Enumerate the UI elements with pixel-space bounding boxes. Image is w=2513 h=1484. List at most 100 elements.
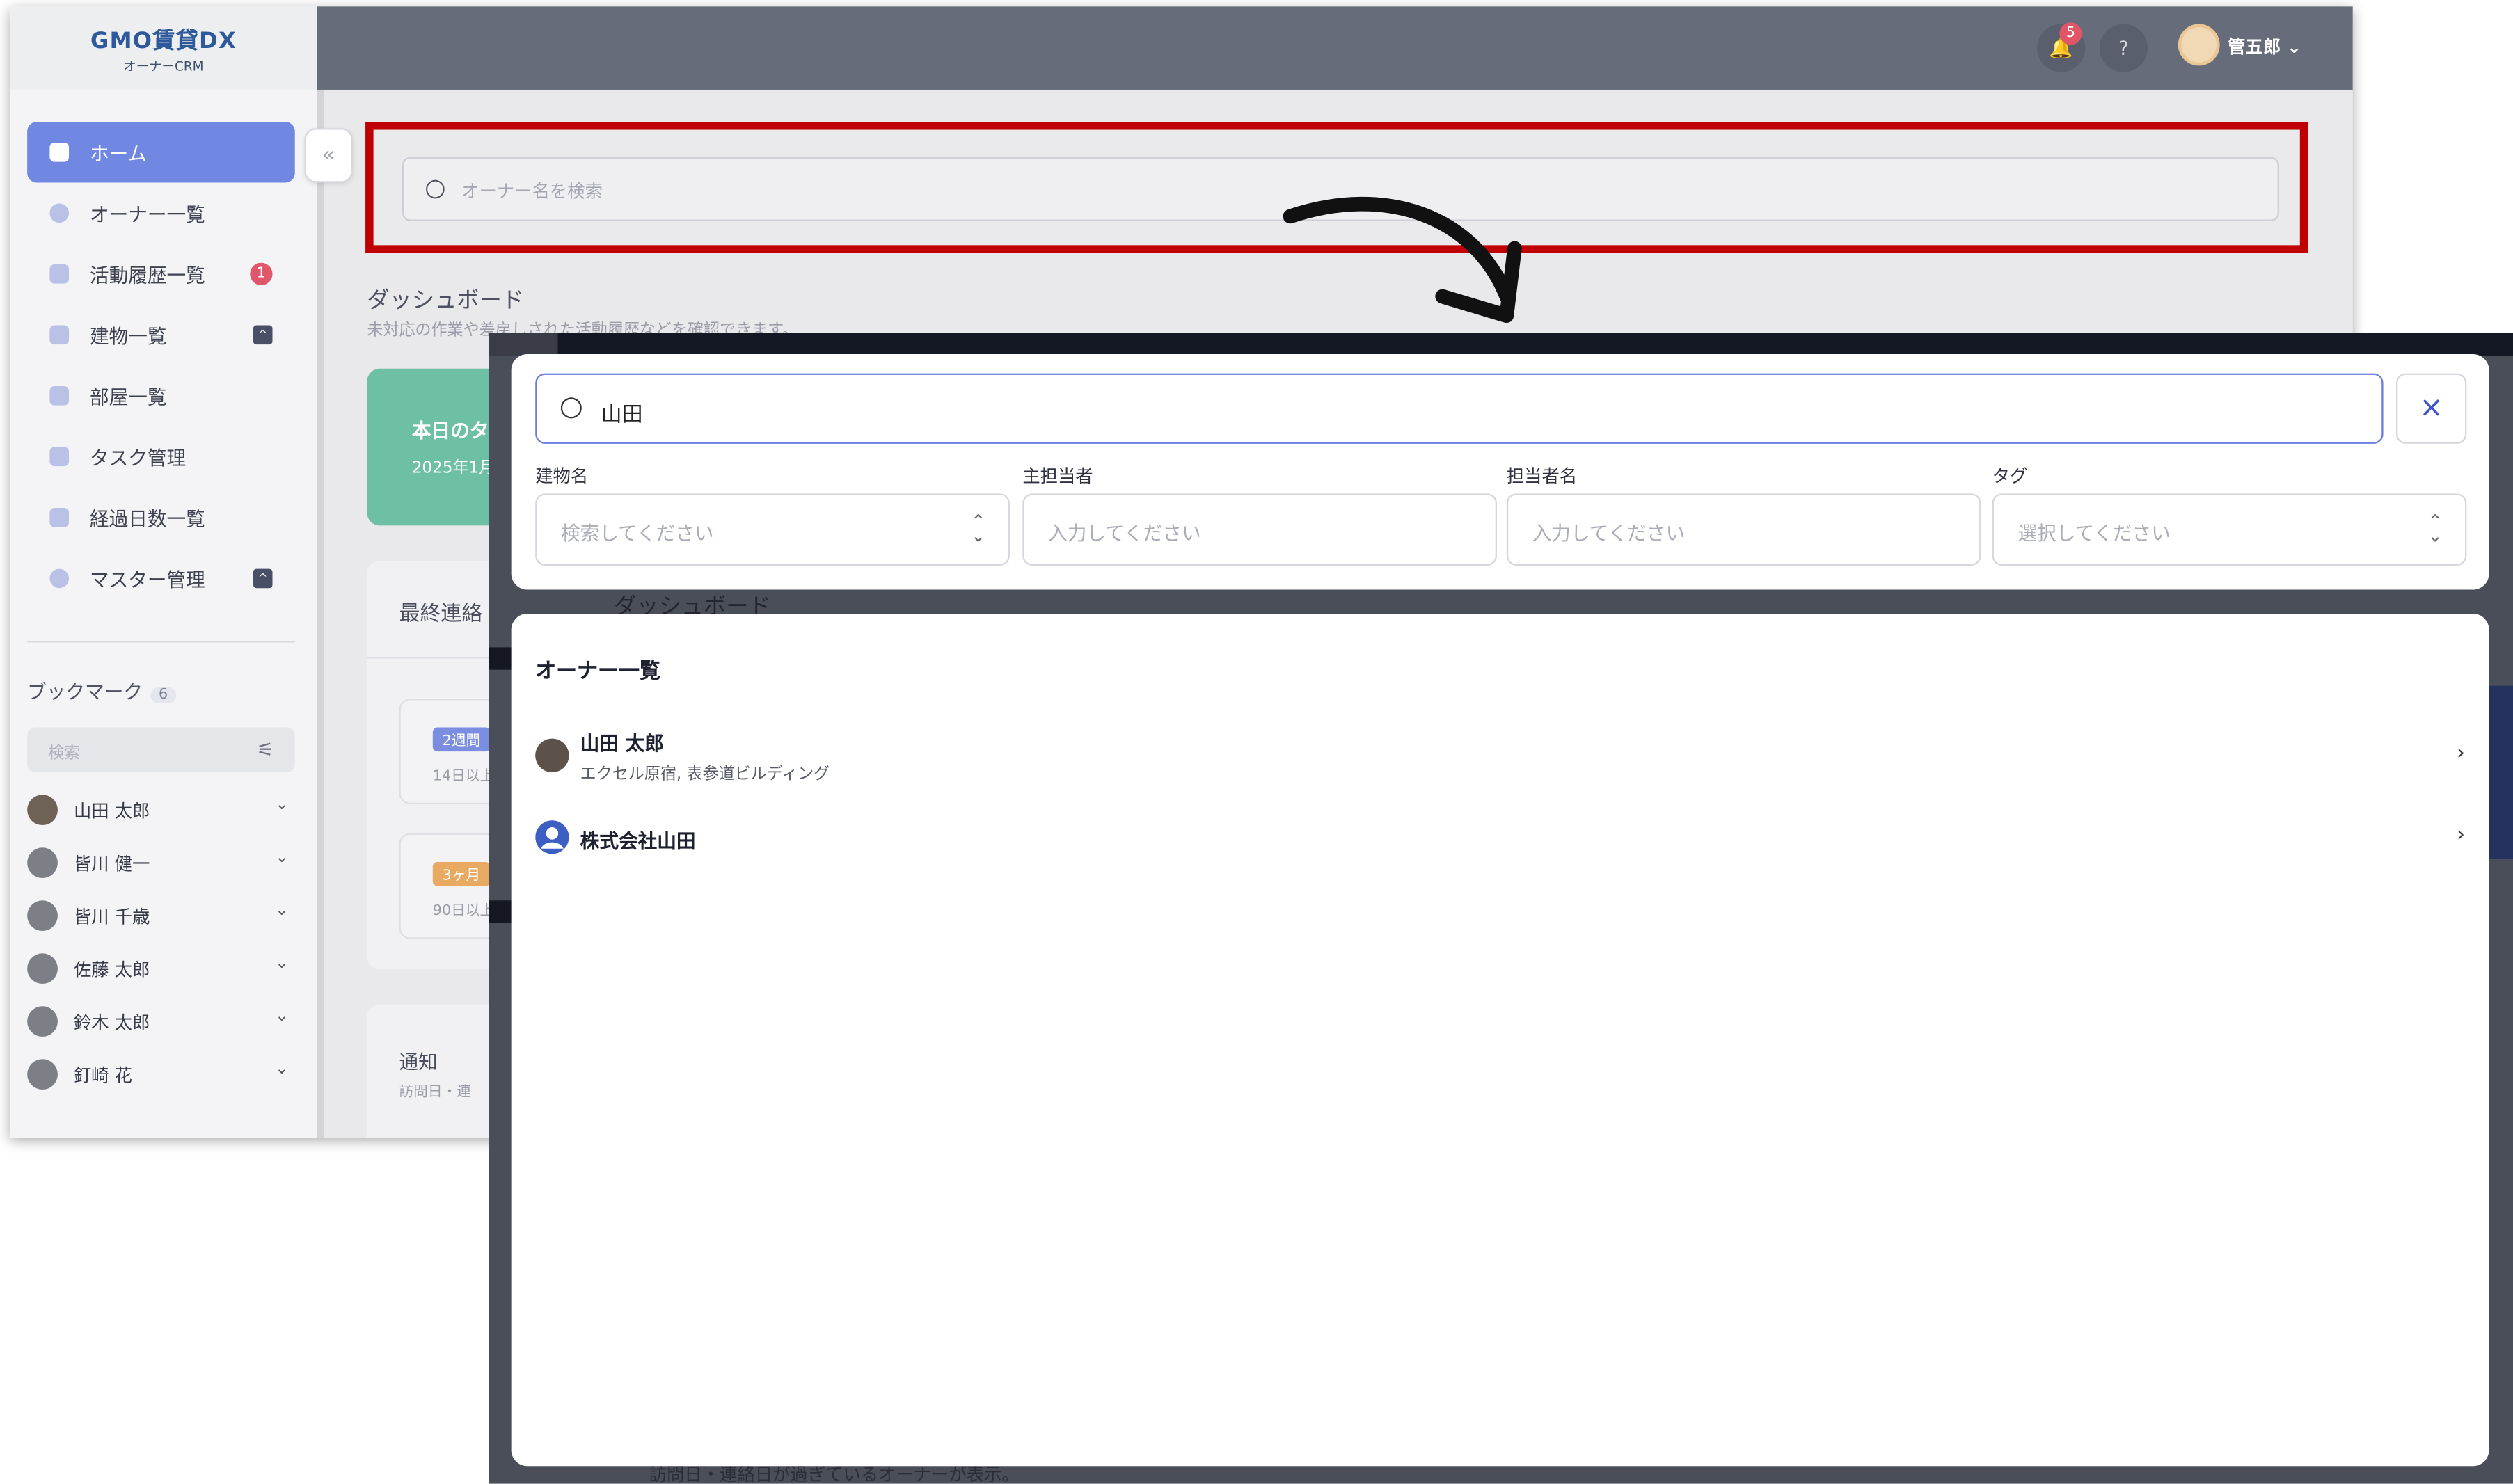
main-staff-input[interactable]: 入力してください xyxy=(1022,493,1498,566)
bookmark-item-name: 山田 太郎 xyxy=(73,800,150,822)
avatar xyxy=(535,738,569,773)
filter-sliders-icon[interactable]: ⚟ xyxy=(257,739,274,761)
sidebar-item-rooms[interactable]: 部屋一覧 xyxy=(27,365,295,426)
grid-icon xyxy=(49,142,70,162)
staff-name-placeholder: 入力してください xyxy=(1532,522,1686,545)
bookmark-count-badge: 6 xyxy=(150,687,176,704)
sidebar-item-label: 経過日数一覧 xyxy=(89,506,205,530)
bookmark-title: ブックマーク xyxy=(27,680,143,704)
bookmark-item[interactable]: 皆川 健一 ⌄ xyxy=(27,836,295,889)
sidebar-item-tasks[interactable]: タスク管理 xyxy=(27,426,295,488)
double-chevron-left-icon: « xyxy=(322,142,335,168)
bookmark-item[interactable]: 山田 太郎 ⌄ xyxy=(27,783,295,836)
elapsed-tag: 3ヶ月 xyxy=(432,862,491,886)
chevron-down-icon[interactable]: ⌄ xyxy=(275,849,288,867)
bookmark-item-name: 皆川 健一 xyxy=(73,853,150,875)
sidebar: GMO賃貸DX オーナーCRM ホーム オーナー一覧 活動履歴一覧 1 建物一覧… xyxy=(9,6,317,1138)
backdrop-fragment xyxy=(2489,685,2513,859)
chevron-down-icon: ⌄ xyxy=(2287,36,2302,58)
bookmark-header: ブックマーク 6 xyxy=(27,678,176,705)
search-input[interactable]: ○ 山田 xyxy=(535,373,2384,444)
chevron-down-icon[interactable]: ⌄ xyxy=(275,797,288,814)
sidebar-item-label: 部屋一覧 xyxy=(89,385,167,408)
logo-product: オーナーCRM xyxy=(123,59,204,74)
panel-subtitle: 訪問日・連 xyxy=(399,1085,472,1101)
staff-name-input[interactable]: 入力してください xyxy=(1506,493,1981,566)
sidebar-item-elapsed-days[interactable]: 経過日数一覧 xyxy=(27,487,295,548)
user-icon xyxy=(49,203,70,223)
sidebar-item-home[interactable]: ホーム xyxy=(27,122,295,183)
user-avatar-icon xyxy=(535,820,569,854)
close-icon: × xyxy=(2419,390,2444,425)
backdrop-fragment xyxy=(489,647,512,670)
chevron-down-icon[interactable]: ⌄ xyxy=(275,902,288,920)
chevron-down-icon[interactable]: ⌄ xyxy=(275,1061,288,1078)
list-item[interactable]: 山田 太郎 エクセル原宿, 表参道ビルディング › xyxy=(535,729,2465,793)
filter-label-tag: タグ xyxy=(1992,466,2028,488)
user-menu[interactable]: 管五郎 ⌄ xyxy=(2228,33,2301,59)
chevron-up-icon[interactable]: ^ xyxy=(253,325,273,345)
sidebar-item-buildings[interactable]: 建物一覧 ^ xyxy=(27,305,295,366)
avatar xyxy=(27,1006,58,1037)
panel-title: 最終連絡 xyxy=(399,602,483,627)
building-select[interactable]: 検索してください ⌃ ⌄ xyxy=(535,493,1010,566)
sidebar-item-label: ホーム xyxy=(89,141,148,165)
bookmark-item[interactable]: 釘崎 花 ⌄ xyxy=(27,1048,295,1101)
chevron-down-icon[interactable]: ⌄ xyxy=(275,1008,288,1026)
results-title: オーナー一覧 xyxy=(535,660,660,685)
chevron-up-down-icon: ⌃ ⌄ xyxy=(2427,511,2443,547)
app-logo: GMO賃貸DX オーナーCRM xyxy=(9,6,317,90)
building-icon xyxy=(49,325,70,345)
elapsed-sub: 14日以上 xyxy=(432,769,495,785)
tag-select-placeholder: 選択してください xyxy=(2017,522,2171,545)
bookmark-item[interactable]: 佐藤 太郎 ⌄ xyxy=(27,942,295,995)
filter-label-building: 建物名 xyxy=(535,466,589,488)
bookmark-list: 山田 太郎 ⌄ 皆川 健一 ⌄ 皆川 千歳 ⌄ 佐藤 太郎 ⌄ 鈴木 太郎 ⌄ … xyxy=(27,783,295,1101)
gear-icon xyxy=(49,568,70,589)
owner-search-placeholder: オーナー名を検索 xyxy=(461,181,603,202)
document-icon xyxy=(49,264,70,284)
avatar[interactable] xyxy=(2178,24,2220,66)
list-item[interactable]: 株式会社山田 › xyxy=(535,817,2465,881)
help-icon[interactable]: ? xyxy=(2099,24,2148,72)
page-title: ダッシュボード xyxy=(367,288,525,314)
backdrop-strip xyxy=(557,333,2513,356)
bookmark-search-input[interactable]: 検索 ⚟ xyxy=(27,727,295,773)
backdrop-fragment xyxy=(489,900,512,923)
chevron-down-icon[interactable]: ⌄ xyxy=(275,955,288,973)
bookmark-item[interactable]: 鈴木 太郎 ⌄ xyxy=(27,995,295,1048)
search-filter-card: ○ 山田 × 建物名 検索してください ⌃ ⌄ 主担当者 入力してください 担当者… xyxy=(511,353,2489,590)
sidebar-item-master[interactable]: マスター管理 ^ xyxy=(27,548,295,609)
search-results-card: オーナー一覧 山田 太郎 エクセル原宿, 表参道ビルディング › 株式会社山田 … xyxy=(511,614,2489,1467)
backdrop-strip xyxy=(489,333,558,356)
owner-name: 山田 太郎 xyxy=(580,732,664,755)
user-name: 管五郎 xyxy=(2228,36,2281,58)
sidebar-item-label: 活動履歴一覧 xyxy=(89,263,205,287)
tag-select[interactable]: 選択してください ⌃ ⌄ xyxy=(1992,493,2467,566)
owner-name: 株式会社山田 xyxy=(580,829,696,853)
chevron-right-icon: › xyxy=(2457,742,2466,766)
door-icon xyxy=(49,386,70,406)
activity-count-badge: 1 xyxy=(250,262,273,285)
sidebar-item-label: 建物一覧 xyxy=(89,324,167,347)
avatar xyxy=(27,847,58,879)
filter-label-staff-name: 担当者名 xyxy=(1506,466,1578,488)
elapsed-tag: 2週間 xyxy=(432,727,491,752)
close-button[interactable]: × xyxy=(2395,373,2467,444)
avatar xyxy=(27,795,58,826)
search-icon: ○ xyxy=(425,173,446,202)
filter-label-main-staff: 主担当者 xyxy=(1022,466,1093,488)
sidebar-item-owners[interactable]: オーナー一覧 xyxy=(27,183,295,244)
avatar xyxy=(27,953,58,984)
elapsed-sub: 90日以上 xyxy=(432,903,495,920)
avatar xyxy=(27,900,58,932)
sidebar-item-label: マスター管理 xyxy=(89,568,205,591)
bookmark-search-placeholder: 検索 xyxy=(48,744,81,763)
search-query: 山田 xyxy=(601,404,643,428)
collapse-sidebar-button[interactable]: « xyxy=(304,128,353,183)
main-staff-placeholder: 入力してください xyxy=(1048,522,1201,545)
chevron-up-icon[interactable]: ^ xyxy=(253,568,273,589)
chevron-up-down-icon: ⌃ ⌄ xyxy=(971,511,986,547)
bookmark-item[interactable]: 皆川 千歳 ⌄ xyxy=(27,889,295,942)
sidebar-item-activity-history[interactable]: 活動履歴一覧 1 xyxy=(27,244,295,305)
